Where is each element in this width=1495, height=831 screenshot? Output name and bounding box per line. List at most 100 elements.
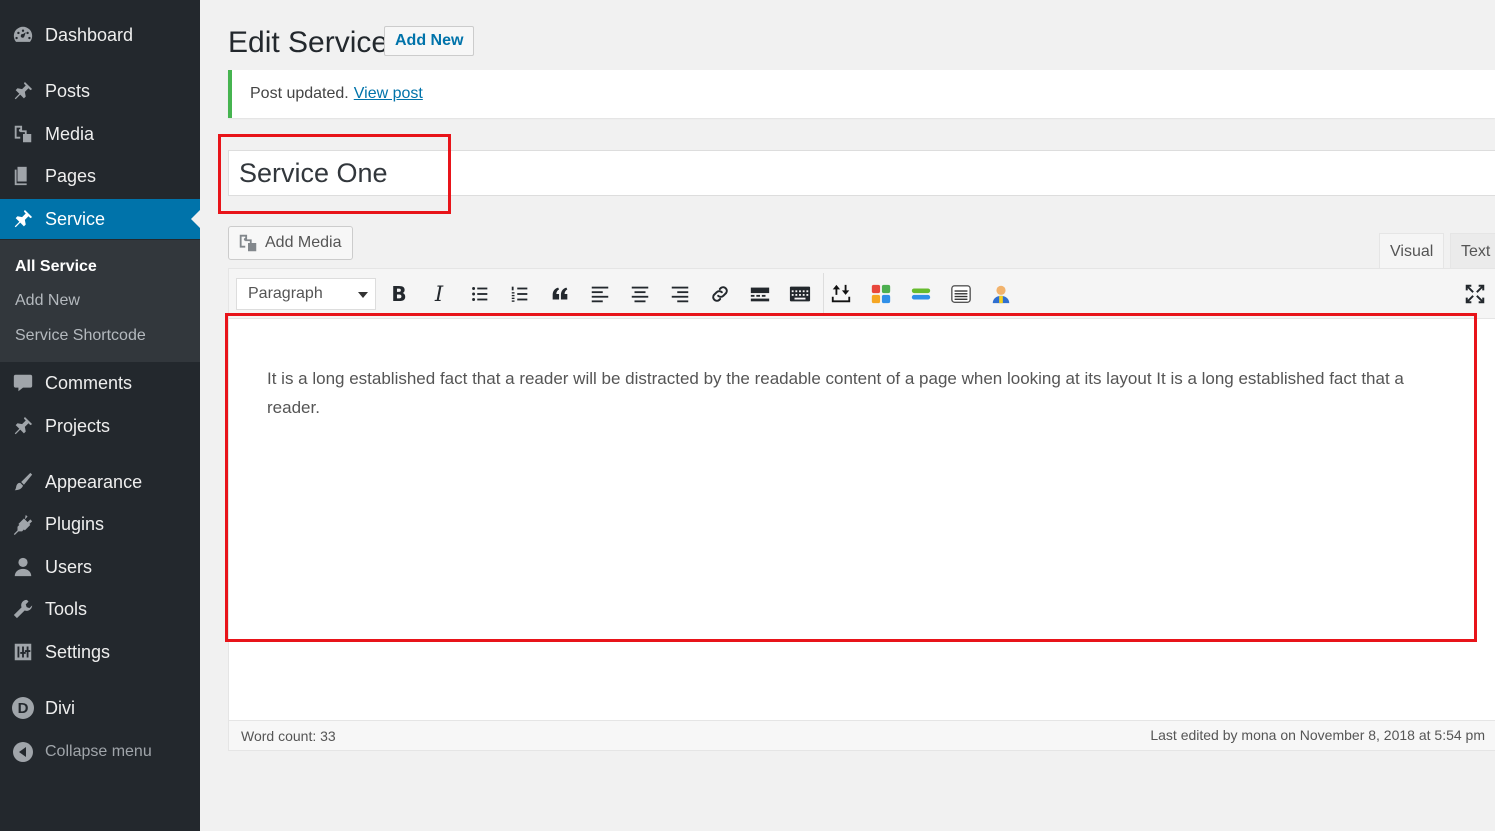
pages-icon	[11, 164, 35, 188]
link-icon	[712, 286, 728, 302]
align-right-icon	[671, 286, 689, 303]
add-media-label: Add Media	[265, 234, 342, 251]
numbered-list-button[interactable]	[504, 278, 536, 310]
sidebar-item-label: Posts	[45, 80, 91, 101]
notice-text: Post updated.	[250, 85, 349, 102]
editor-toolbar: Paragraph B I	[229, 269, 1495, 319]
grid-icon	[871, 284, 891, 304]
fullscreen-icon	[1465, 284, 1485, 304]
update-notice: Post updated. View post	[228, 70, 1495, 118]
editor-content-area[interactable]: It is a long established fact that a rea…	[267, 364, 1447, 422]
sidebar-item-service[interactable]: Service	[0, 199, 200, 239]
align-left-button[interactable]	[584, 278, 616, 310]
plug-icon	[11, 512, 35, 536]
pin-icon	[11, 414, 35, 438]
media-icon	[239, 234, 257, 252]
align-center-button[interactable]	[624, 278, 656, 310]
align-center-icon	[631, 286, 649, 303]
submenu-item-all-service[interactable]: All Service	[15, 258, 97, 276]
media-icon	[11, 122, 35, 146]
link-button[interactable]	[704, 278, 736, 310]
sidebar-item-label: Comments	[45, 372, 133, 393]
bold-button[interactable]: B	[383, 278, 415, 310]
sidebar-item-pages[interactable]: Pages	[0, 156, 200, 196]
sidebar-item-plugins[interactable]: Plugins	[0, 504, 200, 544]
italic-button[interactable]: I	[423, 278, 455, 310]
pin-icon	[11, 79, 35, 103]
sidebar-item-projects[interactable]: Projects	[0, 406, 200, 446]
pin-icon	[11, 207, 35, 231]
settings-icon	[11, 640, 35, 664]
sidebar-item-label: Tools	[45, 598, 88, 619]
sidebar-item-settings[interactable]: Settings	[0, 632, 200, 672]
sidebar-item-label: Service	[45, 208, 106, 229]
sidebar-item-label: Users	[45, 556, 93, 577]
add-new-button[interactable]: Add New	[384, 26, 475, 56]
read-more-icon	[750, 287, 770, 302]
sidebar-item-appearance[interactable]: Appearance	[0, 462, 200, 502]
add-media-button[interactable]: Add Media	[228, 226, 353, 260]
page-title: Edit Service	[228, 26, 389, 59]
bullet-list-icon	[472, 287, 488, 301]
sidebar-item-dashboard[interactable]: Dashboard	[0, 15, 200, 55]
divi-icon: D	[11, 696, 35, 720]
wrench-icon	[11, 597, 35, 621]
format-select-value: Paragraph	[248, 285, 323, 302]
toolbar-toggle-icon	[789, 286, 811, 302]
last-edited-text: Last edited by mona on November 8, 2018 …	[1150, 727, 1485, 743]
person-icon	[992, 285, 1010, 304]
modules-grid-button[interactable]	[865, 278, 897, 310]
sidebar-item-users[interactable]: Users	[0, 547, 200, 587]
tab-visual[interactable]: Visual	[1379, 233, 1445, 269]
content-paragraph: It is a long established fact that a rea…	[267, 369, 1404, 417]
tab-text[interactable]: Text	[1450, 233, 1495, 269]
sidebar-item-label: Settings	[45, 641, 111, 662]
blockquote-button[interactable]	[544, 278, 576, 310]
dashboard-icon	[11, 23, 35, 47]
view-post-link[interactable]: View post	[354, 85, 423, 103]
sidebar-item-divi[interactable]: D Divi	[0, 688, 200, 728]
sidebar-item-label: Projects	[45, 415, 111, 436]
fullscreen-button[interactable]	[1459, 278, 1491, 310]
bullet-list-button[interactable]	[464, 278, 496, 310]
format-select[interactable]: Paragraph	[236, 278, 376, 310]
align-right-button[interactable]	[664, 278, 696, 310]
sidebar-item-media[interactable]: Media	[0, 114, 200, 154]
stack-button[interactable]	[905, 278, 937, 310]
blockquote-icon	[552, 287, 568, 300]
sidebar-item-label: Media	[45, 123, 95, 144]
sidebar-item-label: Divi	[45, 697, 75, 718]
content-editor: Paragraph B I It is a long established f…	[228, 268, 1495, 751]
numbered-list-icon	[511, 286, 528, 302]
sidebar-item-label: Pages	[45, 165, 97, 186]
post-title-input[interactable]: Service One	[228, 150, 1495, 196]
sidebar-item-label: Plugins	[45, 513, 105, 534]
brush-icon	[11, 470, 35, 494]
sidebar-item-comments[interactable]: Comments	[0, 363, 200, 403]
collapse-icon	[11, 740, 35, 764]
read-more-button[interactable]	[744, 278, 776, 310]
word-count: Word count: 33	[241, 728, 336, 744]
upload-button[interactable]	[825, 278, 857, 310]
italic-icon: I	[434, 282, 444, 306]
upload-icon	[831, 284, 851, 303]
document-icon	[951, 285, 971, 303]
submenu-item-service-shortcode[interactable]: Service Shortcode	[15, 327, 146, 345]
submenu-item-add-new[interactable]: Add New	[15, 292, 80, 310]
service-submenu: All Service Add New Service Shortcode	[0, 240, 200, 362]
sidebar-item-label: Appearance	[45, 471, 143, 492]
document-button[interactable]	[945, 278, 977, 310]
toolbar-toggle-button[interactable]	[784, 278, 816, 310]
comments-icon	[11, 371, 35, 395]
stack-icon	[911, 288, 931, 300]
toolbar-separator	[823, 273, 824, 315]
editor-status-bar: Word count: 33 Last edited by mona on No…	[229, 720, 1495, 750]
align-left-icon	[591, 286, 609, 303]
person-button[interactable]	[985, 278, 1017, 310]
user-icon	[11, 555, 35, 579]
sidebar-item-label: Dashboard	[45, 24, 134, 45]
collapse-menu-button[interactable]: Collapse menu	[0, 732, 200, 772]
sidebar-item-posts[interactable]: Posts	[0, 71, 200, 111]
sidebar-item-tools[interactable]: Tools	[0, 589, 200, 629]
bold-icon: B	[391, 282, 407, 306]
